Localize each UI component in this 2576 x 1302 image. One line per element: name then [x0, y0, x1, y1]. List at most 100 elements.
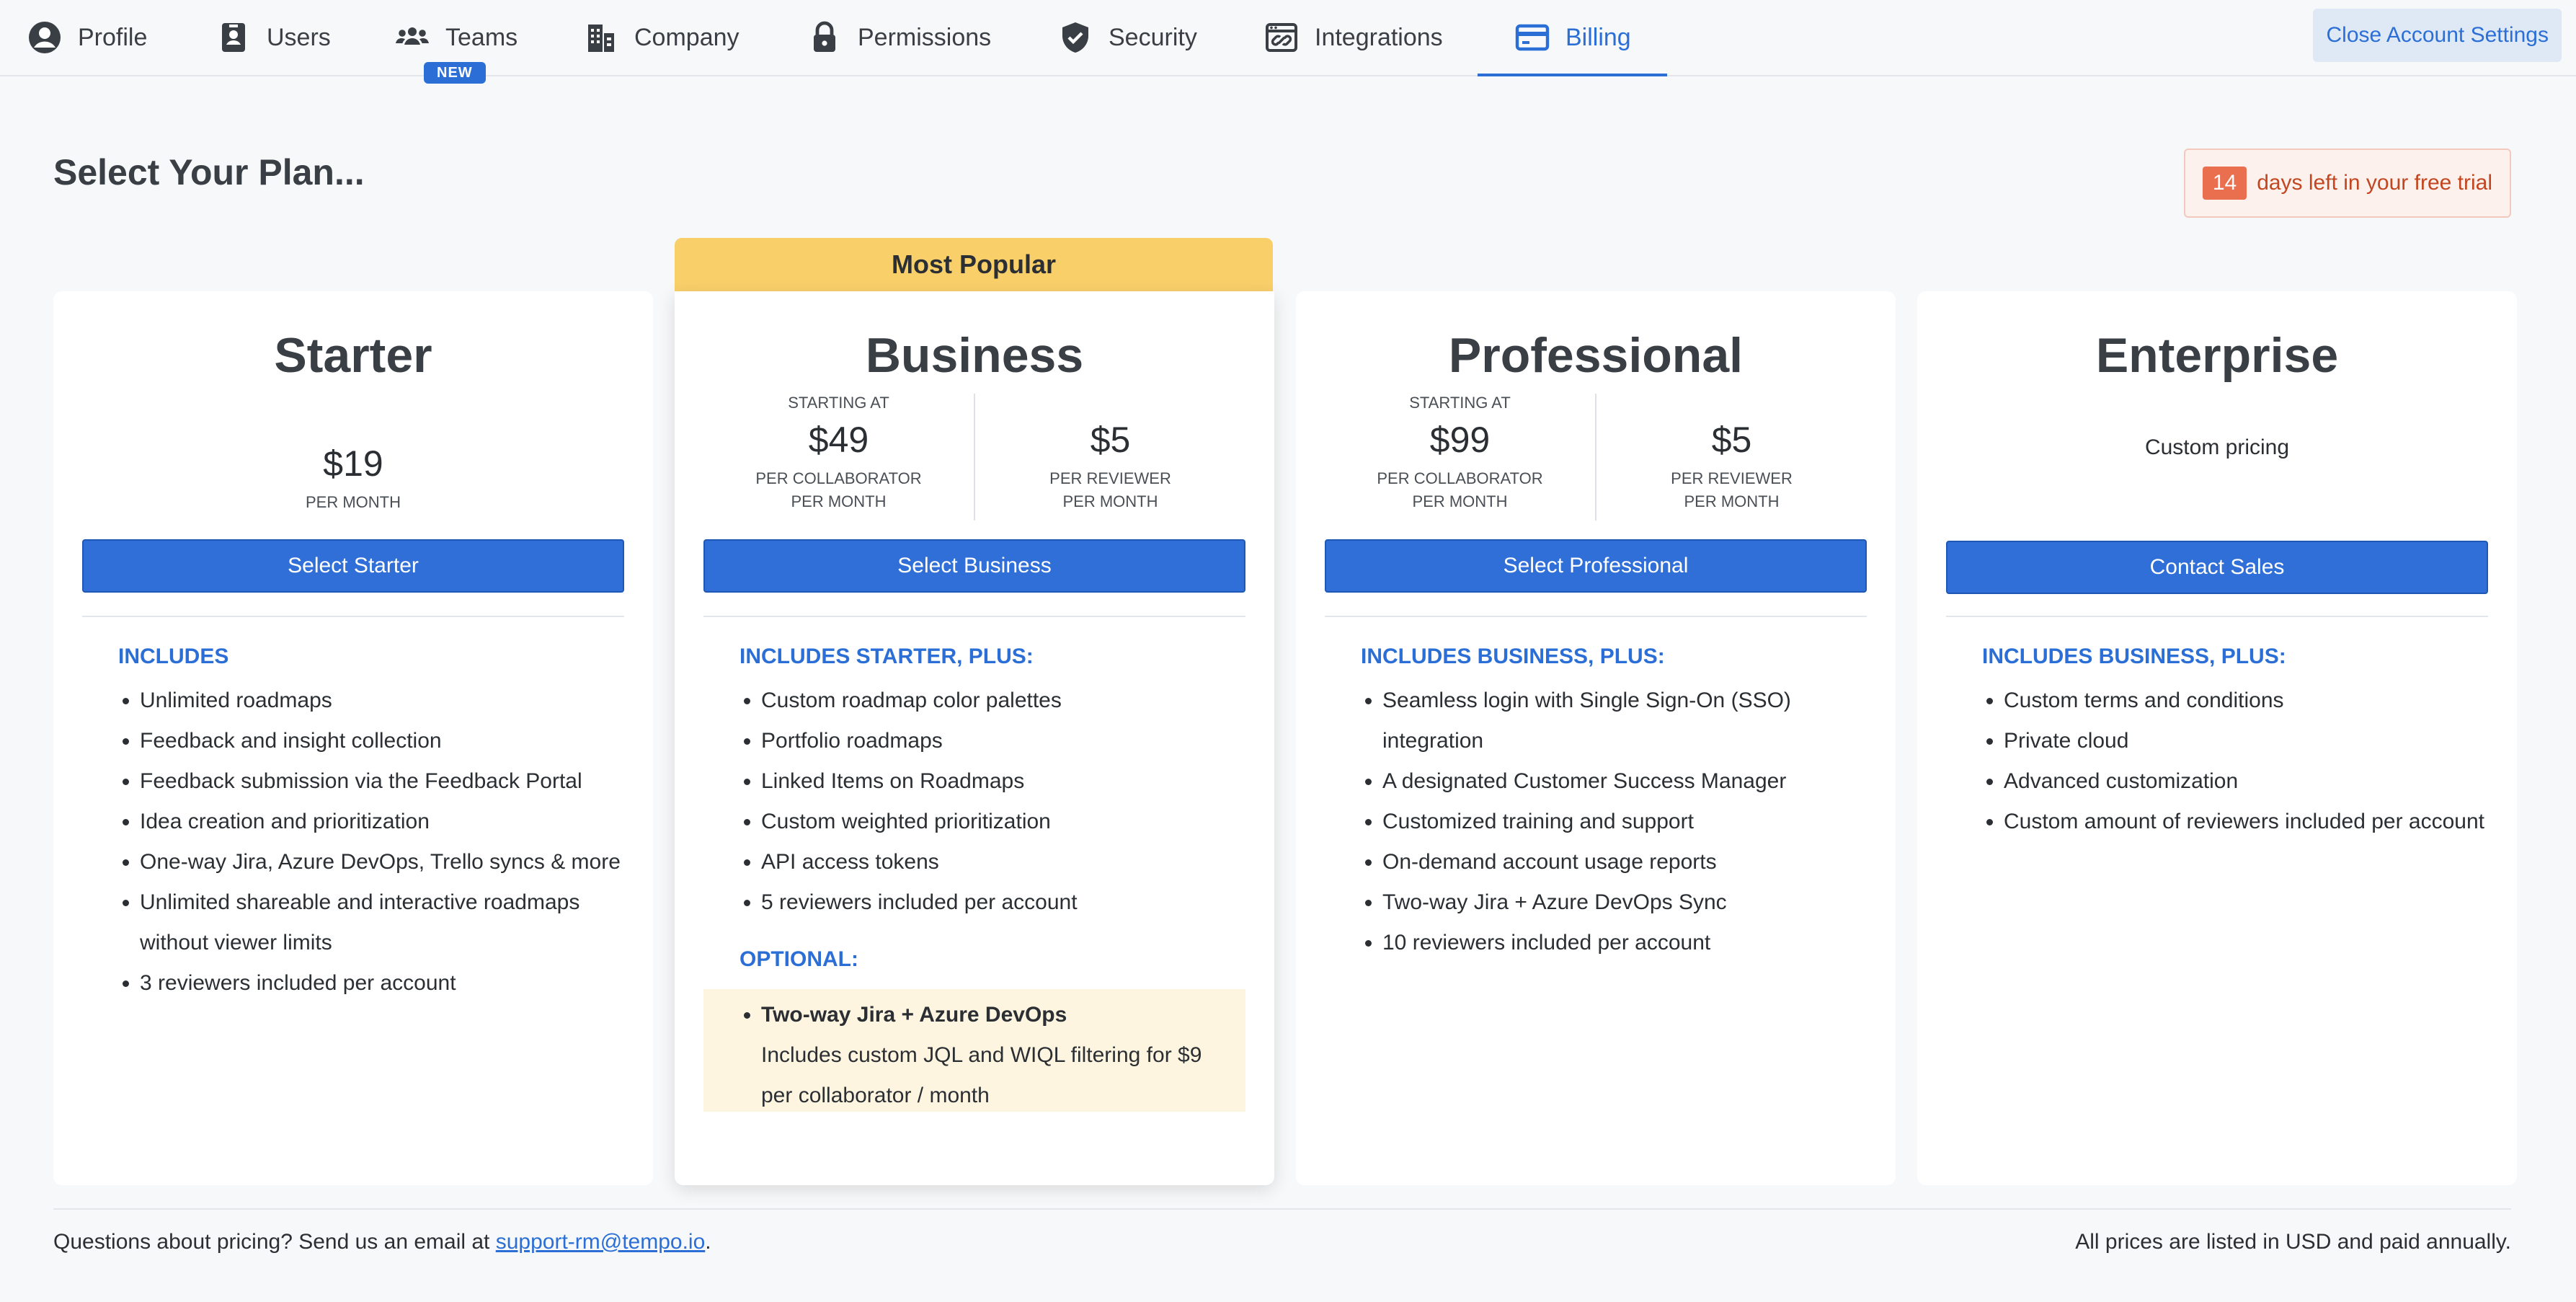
- lock-icon: [806, 19, 843, 56]
- user-circle-icon: [26, 19, 63, 56]
- feature-item: Custom terms and conditions: [2004, 681, 2488, 721]
- tab-company[interactable]: Company: [582, 0, 740, 75]
- feature-item: 5 reviewers included per account: [761, 882, 1245, 923]
- feature-list: Custom terms and conditions Private clou…: [1982, 681, 2488, 842]
- price-unit: PER MONTH: [1684, 492, 1780, 510]
- settings-nav: Profile Users Teams NEW Company Permissi…: [0, 0, 2576, 84]
- feature-item: Seamless login with Single Sign-On (SSO)…: [1382, 681, 1867, 761]
- feature-item: Two-way Jira + Azure DevOps Sync: [1382, 882, 1867, 923]
- includes-heading: INCLUDES BUSINESS, PLUS:: [1982, 645, 2286, 668]
- optional-description: Includes custom JQL and WIQL filtering f…: [761, 1043, 1202, 1107]
- price-unit: PER REVIEWER: [1671, 469, 1793, 487]
- feature-list: Custom roadmap color palettes Portfolio …: [740, 681, 1245, 923]
- divider: [82, 616, 624, 617]
- footer-divider: [53, 1208, 2511, 1210]
- shield-check-icon: [1057, 19, 1094, 56]
- group-icon: [394, 19, 431, 56]
- tab-profile[interactable]: Profile: [26, 0, 147, 75]
- page-title: Select Your Plan...: [53, 152, 365, 192]
- price-unit: PER MONTH: [791, 492, 887, 510]
- price-unit: PER COLLABORATOR: [755, 469, 922, 487]
- new-badge: NEW: [424, 62, 486, 84]
- tab-label: Security: [1109, 23, 1197, 51]
- tab-label: Permissions: [858, 23, 992, 51]
- pricing-questions: Questions about pricing? Send us an emai…: [53, 1230, 711, 1254]
- includes-heading: INCLUDES STARTER, PLUS:: [740, 645, 1034, 668]
- plan-name: Business: [865, 328, 1084, 383]
- price-unit: PER COLLABORATOR: [1377, 469, 1543, 487]
- close-account-settings-button[interactable]: Close Account Settings: [2313, 9, 2562, 62]
- footer-question-text: Questions about pricing? Send us an emai…: [53, 1230, 496, 1254]
- feature-list: Unlimited roadmaps Feedback and insight …: [118, 681, 624, 1004]
- feature-item: A designated Customer Success Manager: [1382, 761, 1867, 802]
- footer-question-end: .: [705, 1230, 711, 1254]
- plan-name: Enterprise: [2095, 328, 2339, 383]
- contact-sales-button[interactable]: Contact Sales: [1946, 541, 2488, 594]
- divider: [703, 616, 1245, 617]
- trial-days-badge: 14: [2202, 167, 2247, 200]
- feature-item: Custom weighted prioritization: [761, 802, 1245, 842]
- feature-item: Custom roadmap color palettes: [761, 681, 1245, 721]
- select-business-button[interactable]: Select Business: [703, 539, 1245, 593]
- price-unit: PER MONTH: [1412, 492, 1508, 510]
- tab-permissions[interactable]: Permissions: [806, 0, 991, 75]
- feature-item: Feedback submission via the Feedback Por…: [140, 761, 624, 802]
- link-window-icon: [1263, 19, 1300, 56]
- pricing-note: All prices are listed in USD and paid an…: [2075, 1230, 2511, 1254]
- includes-heading: INCLUDES: [118, 645, 229, 668]
- starting-at-spacer: [1596, 394, 1867, 417]
- starting-at-label: STARTING AT: [788, 394, 889, 412]
- credit-card-icon: [1514, 19, 1551, 56]
- tab-label: Integrations: [1315, 23, 1443, 51]
- tab-label: Teams: [445, 23, 518, 51]
- price-amount: $99: [1429, 420, 1491, 460]
- tab-label: Company: [634, 23, 740, 51]
- trial-text: days left in your free trial: [2257, 171, 2492, 195]
- feature-item: API access tokens: [761, 842, 1245, 882]
- plan-name: Starter: [274, 328, 432, 383]
- feature-item: One-way Jira, Azure DevOps, Trello syncs…: [140, 842, 624, 882]
- trial-notice: 14 days left in your free trial: [2183, 149, 2511, 218]
- custom-pricing-text: Custom pricing: [2144, 435, 2290, 459]
- optional-addon-box: Two-way Jira + Azure DevOps Includes cus…: [703, 989, 1245, 1112]
- price-block: STARTING AT $49 PER COLLABORATOR PER MON…: [703, 394, 1245, 521]
- feature-item: 3 reviewers included per account: [140, 963, 624, 1004]
- price-block: $19 PER MONTH: [53, 443, 653, 512]
- select-starter-button[interactable]: Select Starter: [82, 539, 624, 593]
- price-amount: $5: [1090, 420, 1131, 460]
- starting-at-spacer: [975, 394, 1245, 417]
- feature-item: Idea creation and prioritization: [140, 802, 624, 842]
- reviewer-price: $5 PER REVIEWER PER MONTH: [974, 394, 1245, 521]
- feature-item: Customized training and support: [1382, 802, 1867, 842]
- starting-at-label: STARTING AT: [1409, 394, 1511, 412]
- feature-item: Advanced customization: [2004, 761, 2488, 802]
- support-email-link[interactable]: support-rm@tempo.io: [496, 1230, 706, 1254]
- price-unit: PER REVIEWER: [1049, 469, 1171, 487]
- plan-card-enterprise: Enterprise Custom pricing Contact Sales …: [1917, 291, 2517, 1185]
- plan-card-business: Business STARTING AT $49 PER COLLABORATO…: [675, 291, 1274, 1185]
- includes-heading: INCLUDES BUSINESS, PLUS:: [1361, 645, 1665, 668]
- price-unit: PER MONTH: [306, 493, 401, 511]
- divider: [1325, 616, 1867, 617]
- collaborator-price: STARTING AT $99 PER COLLABORATOR PER MON…: [1325, 394, 1595, 521]
- optional-list: Two-way Jira + Azure DevOps Includes cus…: [740, 995, 1231, 1116]
- optional-heading: OPTIONAL:: [740, 947, 858, 971]
- tab-label: Profile: [78, 23, 148, 51]
- tab-billing[interactable]: Billing: [1478, 0, 1667, 76]
- price-amount: $49: [808, 420, 869, 460]
- id-badge-icon: [215, 19, 252, 56]
- tab-integrations[interactable]: Integrations: [1263, 0, 1443, 75]
- tab-users[interactable]: Users: [215, 0, 331, 75]
- collaborator-price: STARTING AT $49 PER COLLABORATOR PER MON…: [703, 394, 974, 521]
- select-professional-button[interactable]: Select Professional: [1325, 539, 1867, 593]
- optional-item: Two-way Jira + Azure DevOps Includes cus…: [761, 995, 1231, 1116]
- feature-item: Private cloud: [2004, 721, 2488, 761]
- tab-security[interactable]: Security: [1057, 0, 1197, 75]
- feature-item: Portfolio roadmaps: [761, 721, 1245, 761]
- plan-card-professional: Professional STARTING AT $99 PER COLLABO…: [1296, 291, 1896, 1185]
- feature-item: On-demand account usage reports: [1382, 842, 1867, 882]
- tab-label: Users: [267, 23, 331, 51]
- building-icon: [582, 19, 620, 56]
- price-unit: PER MONTH: [1062, 492, 1158, 510]
- optional-title: Two-way Jira + Azure DevOps: [761, 1003, 1067, 1027]
